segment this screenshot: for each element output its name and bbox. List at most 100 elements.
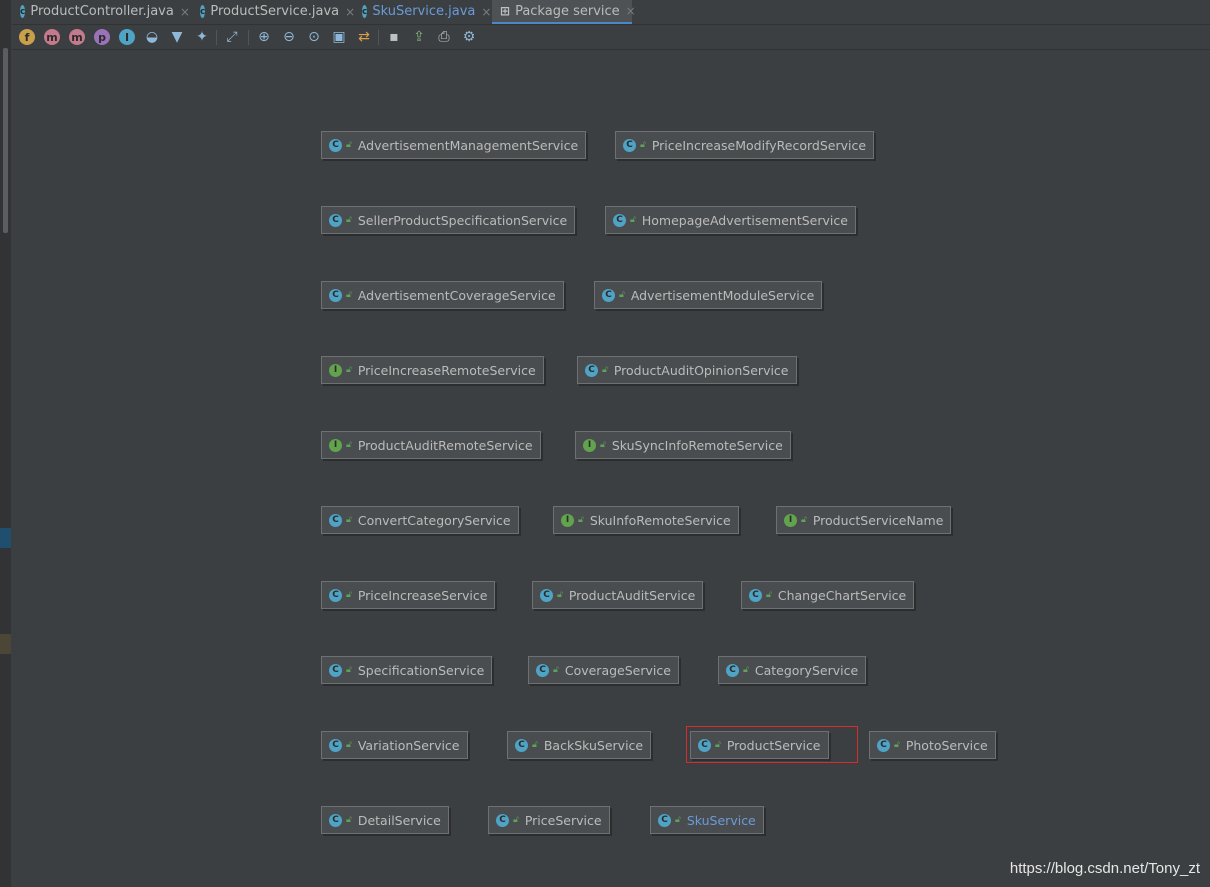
lock-icon: 🔓︎ (578, 515, 584, 525)
save-icon[interactable]: ▪ (386, 29, 402, 45)
lock-icon: 🔓︎ (346, 815, 352, 825)
node-label: HomepageAdvertisementService (641, 212, 848, 228)
node-label: PriceIncreaseService (357, 587, 488, 603)
class-node[interactable]: C 🔓︎ PriceService (488, 806, 610, 834)
node-label: PriceIncreaseModifyRecordService (651, 137, 867, 153)
actual-size-icon[interactable]: ⊙ (306, 29, 322, 45)
interface-node[interactable]: I 🔓︎ SkuSyncInfoRemoteService (575, 431, 791, 459)
fit-content-icon[interactable]: ▣ (331, 29, 347, 45)
lock-icon: 🔓︎ (619, 290, 625, 300)
node-label: SkuInfoRemoteService (589, 512, 731, 528)
class-icon: C (329, 813, 342, 827)
class-icon: C (613, 213, 626, 227)
class-node[interactable]: C 🔓︎ PriceIncreaseService (321, 581, 496, 609)
interface-icon: I (784, 513, 797, 527)
inner-classes-filter-icon[interactable]: I (119, 29, 135, 45)
class-node[interactable]: C 🔓︎ AdvertisementManagementService (321, 131, 587, 159)
tab-sku-service[interactable]: c SkuService.java × (354, 0, 491, 23)
lock-icon: 🔓︎ (346, 665, 352, 675)
diagram-canvas[interactable]: C 🔓︎ AdvertisementManagementService C 🔓︎ P… (12, 51, 1210, 887)
left-gutter (0, 0, 11, 887)
node-label: SellerProductSpecificationService (357, 212, 568, 228)
close-icon[interactable]: × (180, 5, 190, 19)
filter-icon[interactable]: ▼ (169, 29, 185, 45)
class-icon: C (877, 738, 890, 752)
interface-node[interactable]: I 🔓︎ ProductAuditRemoteService (321, 431, 541, 459)
close-icon[interactable]: × (626, 4, 636, 18)
node-label: AdvertisementCoverageService (357, 287, 556, 303)
class-icon: C (329, 213, 342, 227)
tab-product-service[interactable]: c ProductService.java × (192, 0, 355, 23)
class-icon: C (329, 138, 342, 152)
class-node[interactable]: C 🔓︎ ProductAuditOpinionService (577, 356, 797, 384)
lock-icon: 🔓︎ (600, 440, 606, 450)
tab-product-controller[interactable]: c ProductController.java × (12, 0, 190, 23)
diagram-toolbar: f m m p I ◒ ▼ ✦ ⤢ ⊕ ⊖ ⊙ ▣ ⇄ ▪ ⇪ ⎙ ⚙ (12, 25, 1210, 50)
class-node[interactable]: C 🔓︎ SkuService (650, 806, 764, 834)
properties-filter-icon[interactable]: p (94, 29, 110, 45)
lock-icon: 🔓︎ (553, 665, 559, 675)
interface-node[interactable]: I 🔓︎ PriceIncreaseRemoteService (321, 356, 544, 384)
gutter-marker-blue (0, 528, 11, 548)
visibility-filter-icon[interactable]: ◒ (144, 29, 160, 45)
lock-icon: 🔓︎ (766, 590, 772, 600)
class-node[interactable]: C 🔓︎ HomepageAdvertisementService (605, 206, 856, 234)
lock-icon: 🔓︎ (894, 740, 900, 750)
constructors-filter-icon[interactable]: m (44, 29, 60, 45)
node-label: ProductAuditRemoteService (357, 437, 533, 453)
class-node[interactable]: C 🔓︎ PriceIncreaseModifyRecordService (615, 131, 875, 159)
left-scrollbar-thumb[interactable] (3, 48, 8, 233)
class-node[interactable]: C 🔓︎ CategoryService (718, 656, 867, 684)
tab-package-service[interactable]: ⊞ Package service × (492, 0, 636, 24)
class-node[interactable]: C 🔓︎ PhotoService (869, 731, 996, 759)
class-icon: c (362, 5, 368, 18)
node-label: ProductAuditService (568, 587, 696, 603)
lock-icon: 🔓︎ (346, 515, 352, 525)
class-icon: C (585, 363, 598, 377)
lock-icon: 🔓︎ (346, 215, 352, 225)
interface-node[interactable]: I 🔓︎ SkuInfoRemoteService (553, 506, 739, 534)
lock-icon: 🔓︎ (630, 215, 636, 225)
pin-icon[interactable]: ✦ (194, 29, 210, 45)
methods-filter-icon[interactable]: m (69, 29, 85, 45)
class-icon: c (200, 5, 206, 18)
class-node[interactable]: C 🔓︎ ConvertCategoryService (321, 506, 519, 534)
class-icon: C (726, 663, 739, 677)
print-icon[interactable]: ⎙ (436, 29, 452, 45)
node-label: SkuService (686, 812, 756, 828)
zoom-out-icon[interactable]: ⊖ (281, 29, 297, 45)
tab-label: ProductService.java (210, 4, 340, 19)
lock-icon: 🔓︎ (675, 815, 681, 825)
class-node[interactable]: C 🔓︎ BackSkuService (507, 731, 652, 759)
zoom-in-icon[interactable]: ⊕ (256, 29, 272, 45)
class-node[interactable]: C 🔓︎ SellerProductSpecificationService (321, 206, 576, 234)
export-icon[interactable]: ⇪ (411, 29, 427, 45)
node-label: AdvertisementManagementService (357, 137, 579, 153)
package-diagram-icon: ⊞ (500, 4, 511, 18)
class-node[interactable]: C 🔓︎ SpecificationService (321, 656, 493, 684)
class-icon: C (658, 813, 671, 827)
class-icon: C (329, 513, 342, 527)
class-node[interactable]: C 🔓︎ AdvertisementCoverageService (321, 281, 564, 309)
class-node[interactable]: C 🔓︎ VariationService (321, 731, 468, 759)
lock-icon: 🔓︎ (801, 515, 807, 525)
class-node[interactable]: C 🔓︎ AdvertisementModuleService (594, 281, 823, 309)
class-node[interactable]: C 🔓︎ CoverageService (528, 656, 679, 684)
interface-icon: I (561, 513, 574, 527)
layout-icon[interactable]: ⤢ (224, 29, 240, 45)
lock-icon: 🔓︎ (346, 365, 352, 375)
toolbar-separator (378, 30, 379, 45)
interface-node[interactable]: I 🔓︎ ProductServiceName (776, 506, 952, 534)
fields-filter-icon[interactable]: f (19, 29, 35, 45)
class-icon: C (536, 663, 549, 677)
apply-layout-icon[interactable]: ⇄ (356, 29, 372, 45)
class-node[interactable]: C 🔓︎ DetailService (321, 806, 449, 834)
gutter-marker-brown (0, 634, 11, 654)
class-node[interactable]: C 🔓︎ ChangeChartService (741, 581, 915, 609)
lock-icon: 🔓︎ (602, 365, 608, 375)
close-icon[interactable]: × (481, 5, 491, 19)
class-node[interactable]: C 🔓︎ ProductAuditService (532, 581, 704, 609)
settings-icon[interactable]: ⚙ (461, 29, 477, 45)
toolbar-separator (248, 30, 249, 45)
lock-icon: 🔓︎ (346, 590, 352, 600)
